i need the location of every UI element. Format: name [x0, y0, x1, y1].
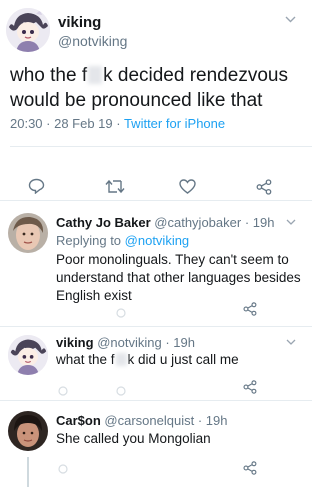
- tweet-age: · 19h: [244, 215, 275, 230]
- user-name[interactable]: Cathy Jo Baker: [56, 215, 151, 230]
- retweet-icon[interactable]: [116, 383, 126, 401]
- reply-header: Car$on @carsonelquist · 19h: [56, 413, 227, 428]
- share-icon[interactable]: [243, 380, 257, 399]
- user-name[interactable]: Car$on: [56, 413, 101, 428]
- user-handle[interactable]: @notviking: [58, 33, 127, 49]
- reply-tweet: Cathy Jo Baker @cathyjobaker · 19h Reply…: [0, 201, 312, 327]
- tweet-age: · 19h: [197, 413, 228, 428]
- reply-icon[interactable]: [58, 383, 68, 401]
- tweet-text: what the f k did u just call me: [56, 351, 304, 369]
- share-icon[interactable]: [243, 461, 257, 480]
- avatar[interactable]: [8, 335, 48, 375]
- avatar[interactable]: [8, 213, 48, 253]
- chevron-down-icon[interactable]: [285, 14, 296, 26]
- reply-tweet: Car$on @carsonelquist · 19h She called y…: [0, 401, 312, 500]
- avatar[interactable]: [6, 8, 50, 52]
- tweet-text-part: what the f: [56, 352, 115, 367]
- retweet-icon[interactable]: [105, 179, 125, 199]
- reply-tweet: viking @notviking · 19h what the f k did …: [0, 327, 312, 401]
- like-icon[interactable]: [179, 179, 196, 199]
- tweet-meta: 20:30 · 28 Feb 19 · Twitter for iPhone: [10, 116, 225, 131]
- replying-to: Replying to @notviking: [56, 233, 189, 248]
- share-icon[interactable]: [243, 302, 257, 321]
- user-handle[interactable]: @carsonelquist: [104, 413, 194, 428]
- avatar[interactable]: [8, 411, 48, 451]
- censor-blur: [115, 353, 127, 366]
- tweet-text-part: k decided rendezvous: [103, 65, 288, 86]
- reply-header: Cathy Jo Baker @cathyjobaker · 19h: [56, 215, 274, 230]
- reply-icon[interactable]: [28, 178, 45, 199]
- user-name[interactable]: viking: [56, 335, 94, 350]
- tweet-text-part: would be pronounced like that: [10, 90, 263, 111]
- tweet-age: · 19h: [165, 335, 195, 350]
- tweet-text: who the f k decided rendezvous would be p…: [10, 63, 302, 113]
- user-handle[interactable]: @cathyjobaker: [154, 215, 241, 230]
- censor-blur: [88, 66, 103, 84]
- divider: [10, 146, 312, 147]
- tweet-text-part: k did u just call me: [127, 352, 239, 367]
- user-handle[interactable]: @notviking: [97, 335, 162, 350]
- thread-line: [27, 457, 29, 487]
- mention-link[interactable]: @notviking: [125, 233, 190, 248]
- reply-header: viking @notviking · 19h: [56, 335, 195, 350]
- user-name[interactable]: viking: [58, 14, 101, 31]
- tweet-timestamp: 20:30 · 28 Feb 19 ·: [10, 116, 124, 131]
- share-icon[interactable]: [256, 179, 272, 200]
- replying-label: Replying to: [56, 233, 125, 248]
- main-tweet: viking @notviking who the f k decided ren…: [0, 0, 312, 201]
- tweet-actions: [0, 174, 312, 200]
- reply-icon[interactable]: [58, 461, 68, 479]
- tweet-text: Poor monolinguals. They can't seem to un…: [56, 252, 301, 303]
- reply-icon[interactable]: [116, 305, 126, 323]
- tweet-text: She called you Mongolian: [56, 431, 211, 446]
- chevron-down-icon[interactable]: [286, 217, 296, 228]
- tweet-text-part: who the f: [10, 65, 88, 86]
- tweet-source-link[interactable]: Twitter for iPhone: [124, 116, 225, 131]
- chevron-down-icon[interactable]: [286, 337, 296, 348]
